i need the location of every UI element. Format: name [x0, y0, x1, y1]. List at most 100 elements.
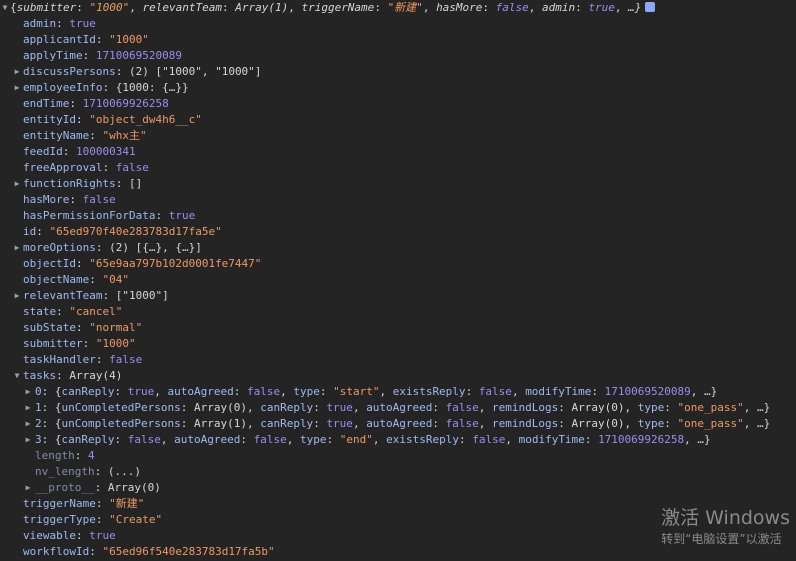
punctuation: , [743, 401, 757, 414]
punctuation: : [36, 225, 50, 238]
punctuation: , [352, 401, 367, 414]
task-item-row[interactable]: ▶ 2: {unCompletedPersons: Array(1), canRe… [0, 416, 796, 432]
property-row: applicantId: "1000" [0, 32, 796, 48]
punctuation: : [95, 353, 110, 366]
info-icon[interactable] [645, 2, 656, 12]
property-value: ["1000"] [115, 289, 169, 302]
task-item-row[interactable]: ▶ 3: {canReply: false, autoAgreed: false,… [0, 432, 796, 448]
tasks-nv-length-row[interactable]: nv_length: (...) [0, 464, 796, 480]
task-field-key: type [293, 385, 320, 398]
expand-triangle-icon[interactable]: ▶ [24, 416, 32, 432]
task-field-key: type [299, 433, 327, 446]
property-key: applicantId [23, 33, 96, 46]
expand-triangle-icon[interactable]: ▶ [24, 480, 32, 496]
property-key: freeApproval [23, 161, 103, 174]
task-field-value: 1710069520089 [604, 385, 691, 398]
property-value: {1000: {…}} [115, 81, 189, 94]
property-key: employeeInfo [23, 81, 103, 94]
property-key: submitter [23, 337, 83, 350]
punctuation: : [76, 1, 90, 14]
punctuation: : [56, 305, 70, 318]
task-field-key: existsReply [386, 433, 459, 446]
expand-triangle-icon[interactable]: ▶ [24, 400, 32, 416]
property-row: submitter: "1000" [0, 336, 796, 352]
summary-key: triggerName [301, 1, 375, 14]
punctuation: , [280, 385, 294, 398]
property-row[interactable]: ▶ employeeInfo: {1000: {…}} [0, 80, 796, 96]
punctuation: , [505, 433, 519, 446]
task-field-value: false [472, 433, 506, 446]
property-value: ["1000", "1000"] [155, 65, 262, 78]
property-value: Array(0) [107, 481, 161, 494]
property-key: functionRights [23, 177, 116, 190]
punctuation: : [591, 385, 605, 398]
property-key: triggerType [23, 513, 96, 526]
getter-value[interactable]: (...) [108, 465, 141, 478]
task-field-key: type [637, 417, 665, 430]
expand-triangle-icon[interactable]: ▶ [13, 64, 21, 80]
task-field-key: modifyTime [525, 385, 592, 398]
punctuation: , [511, 385, 526, 398]
expand-triangle-icon[interactable]: ▶ [13, 288, 21, 304]
property-row[interactable]: ▶ discussPersons: (2) ["1000", "1000"] [0, 64, 796, 80]
property-key: objectId [23, 257, 76, 270]
task-item-row[interactable]: ▶ 1: {unCompletedPersons: Array(0), canRe… [0, 400, 796, 416]
watermark-title: 激活 Windows [661, 507, 790, 529]
punctuation: , [684, 433, 698, 446]
punctuation: : [326, 433, 340, 446]
expand-triangle-icon[interactable]: ▶ [13, 176, 21, 192]
expand-triangle-icon[interactable]: ▶ [13, 80, 21, 96]
task-field-key: autoAgreed [366, 401, 433, 414]
punctuation: , [352, 417, 367, 430]
property-row: feedId: 100000341 [0, 144, 796, 160]
task-field-value: "end" [339, 433, 373, 446]
tasks-row[interactable]: ▼ tasks: Array(4) [0, 368, 796, 384]
property-row[interactable]: ▶ functionRights: [] [0, 176, 796, 192]
task-field-value: true [326, 417, 353, 430]
property-row: objectName: "04" [0, 272, 796, 288]
expand-triangle-icon[interactable]: ▶ [24, 432, 32, 448]
punctuation: : [584, 433, 599, 446]
task-field-value: false [445, 401, 479, 414]
punctuation: : [558, 417, 572, 430]
property-value: Array(4) [69, 369, 123, 382]
expand-triangle-icon[interactable]: ▶ [24, 384, 32, 400]
property-value: "object_dw4h6__c" [89, 113, 202, 126]
punctuation: { [10, 1, 17, 14]
punctuation: , [478, 401, 493, 414]
property-value: "1000" [109, 33, 149, 46]
property-row: freeApproval: false [0, 160, 796, 176]
punctuation: : { [41, 401, 62, 414]
task-field-value: 1710069926258 [598, 433, 685, 446]
punctuation: , [372, 433, 387, 446]
punctuation: …} [757, 401, 771, 414]
punctuation: : [482, 1, 496, 14]
summary-value: "新建" [387, 1, 423, 14]
collapse-triangle-icon[interactable]: ▼ [1, 0, 9, 16]
punctuation: : [102, 289, 116, 302]
property-value: false [109, 353, 143, 366]
summary-key: submitter [16, 1, 77, 14]
object-summary-row[interactable]: ▼ {submitter: "1000", relevantTeam: Array… [0, 0, 796, 16]
summary-key: relevantTeam [142, 1, 222, 14]
task-field-key: autoAgreed [174, 433, 241, 446]
expand-triangle-icon[interactable]: ▶ [13, 240, 21, 256]
property-value: [{…}, {…}] [135, 241, 202, 254]
task-item-row[interactable]: ▶ 0: {canReply: true, autoAgreed: false, … [0, 384, 796, 400]
property-key: applyTime [23, 49, 83, 62]
property-row[interactable]: ▶ relevantTeam: ["1000"] [0, 288, 796, 304]
tasks-proto-row[interactable]: ▶ __proto__: Array(0) [0, 480, 796, 496]
task-field-value: false [478, 385, 512, 398]
task-field-value: Array(0) [571, 417, 625, 430]
punctuation: : [115, 177, 129, 190]
collapse-triangle-icon[interactable]: ▼ [13, 368, 21, 384]
property-key: objectName [23, 273, 90, 286]
summary-key: hasMore [436, 1, 483, 14]
property-row[interactable]: ▶ moreOptions: (2) [{…}, {…}] [0, 240, 796, 256]
task-field-key: modifyTime [518, 433, 585, 446]
property-value: 1710069520089 [95, 49, 182, 62]
property-value: "normal" [89, 321, 143, 334]
property-key: hasPermissionForData [23, 209, 156, 222]
task-field-value: Array(1) [193, 417, 247, 430]
array-length-prefix: (2) [109, 241, 136, 254]
